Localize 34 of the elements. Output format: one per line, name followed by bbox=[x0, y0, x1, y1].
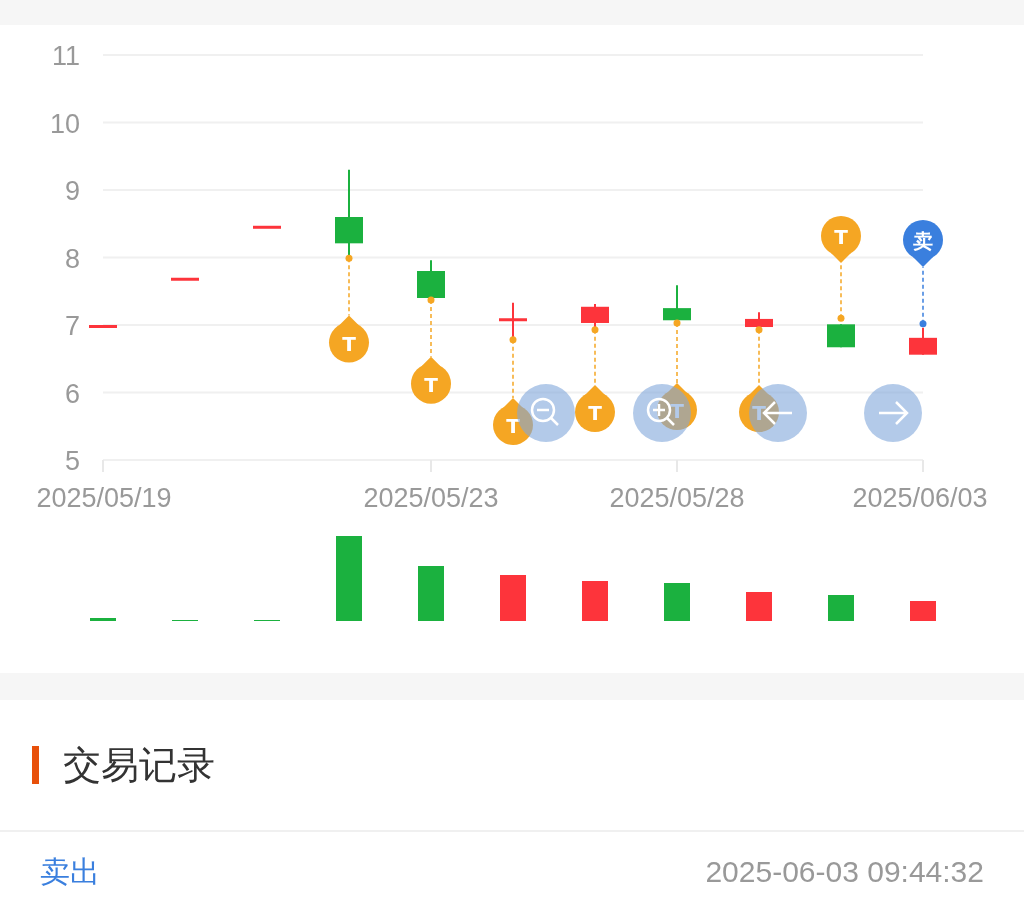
candlestick bbox=[253, 224, 281, 229]
volume-bar bbox=[90, 618, 116, 621]
axis-label: 2025/05/23 bbox=[363, 483, 499, 513]
axis-label: 2025/05/19 bbox=[36, 483, 172, 513]
axis-label: 5 bbox=[64, 446, 80, 476]
volume-bar bbox=[746, 592, 772, 621]
candlestick bbox=[171, 276, 199, 281]
trade-action: 卖出 bbox=[40, 853, 100, 890]
candlestick bbox=[417, 259, 445, 299]
title-accent-bar bbox=[32, 746, 39, 784]
trade-time: 2025-06-03 09:44:32 bbox=[705, 855, 984, 889]
volume-bar bbox=[582, 581, 608, 621]
scroll-left-button[interactable] bbox=[749, 384, 807, 442]
volume-bar bbox=[828, 595, 854, 621]
axis-label: 9 bbox=[64, 176, 80, 206]
candlestick bbox=[827, 323, 855, 349]
axis-label: 11 bbox=[51, 41, 80, 71]
axis-label: 8 bbox=[64, 243, 80, 274]
candlestick bbox=[499, 301, 527, 339]
zoom-in-button[interactable] bbox=[633, 384, 691, 442]
axis-label: 10 bbox=[49, 108, 80, 139]
volume-bar bbox=[664, 583, 690, 621]
axis-label: 2025/05/28 bbox=[609, 483, 745, 513]
candlestick bbox=[89, 324, 117, 328]
candlestick bbox=[581, 303, 609, 329]
volume-bar bbox=[418, 566, 444, 621]
axis-label: 2025/06/03 bbox=[852, 483, 988, 513]
candlestick bbox=[909, 326, 937, 356]
volume-bar bbox=[910, 601, 936, 621]
candlestick bbox=[745, 311, 773, 328]
section-title: 交易记录 bbox=[63, 742, 215, 788]
axis-label: 6 bbox=[64, 378, 80, 409]
volume-bar bbox=[500, 575, 526, 621]
axis-label: 7 bbox=[64, 311, 80, 341]
